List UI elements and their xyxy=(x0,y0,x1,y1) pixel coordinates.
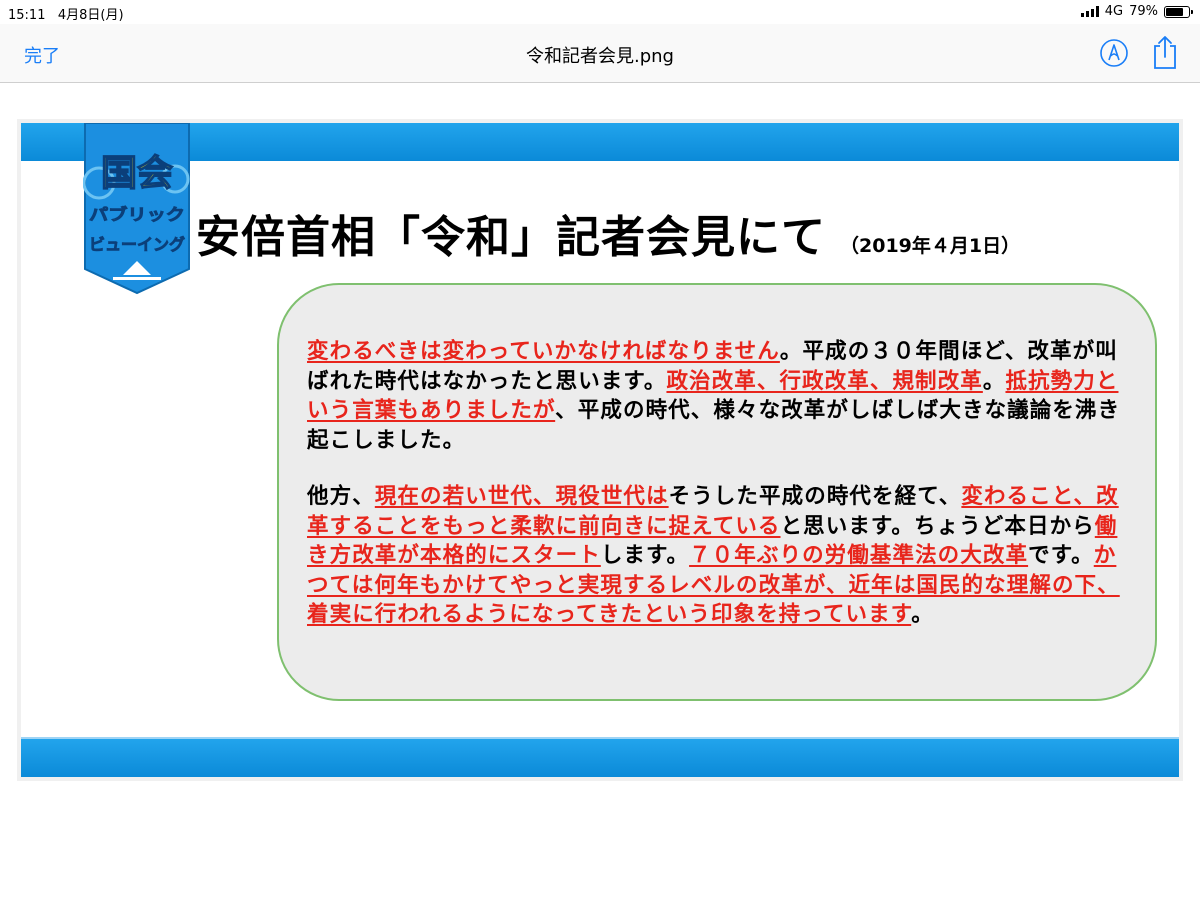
image-viewer[interactable]: 国会 パブリック ビューイング 安倍首相「令和」記者会見にて （2019年４月1日… xyxy=(17,119,1183,781)
status-bar: 15:11 4月8日(月) 4G 79% xyxy=(0,0,1200,24)
highlighted-phrase: ７０年ぶりの労働基準法の大改革 xyxy=(689,543,1029,569)
quote-text: 他方、 xyxy=(307,484,375,509)
quote-text: です。 xyxy=(1028,543,1094,569)
document-title: 令和記者会見.png xyxy=(526,46,674,67)
network-type: 4G xyxy=(1104,4,1124,19)
status-time-date: 15:11 4月8日(月) xyxy=(8,8,124,23)
highlighted-phrase: 現在の若い世代、現役世代は xyxy=(374,484,669,509)
nav-bar: 完了 令和記者会見.png xyxy=(0,24,1200,83)
battery-icon xyxy=(1164,5,1193,18)
slide-bottom-band xyxy=(21,737,1179,777)
slide-date: （2019年４月1日） xyxy=(840,235,1021,257)
quote-paragraph-2: 他方、現在の若い世代、現役世代はそうした平成の時代を経て、変わること、改革するこ… xyxy=(307,482,1137,630)
highlighted-phrase: 政治改革、行政改革、規制改革 xyxy=(666,368,983,394)
quote-text: と思います。ちょうど本日から xyxy=(780,513,1095,539)
slide-top-band xyxy=(21,123,1179,161)
battery-percent: 79% xyxy=(1129,4,1158,19)
status-right: 4G 79% xyxy=(1080,4,1193,19)
slide: 国会 パブリック ビューイング 安倍首相「令和」記者会見にて （2019年４月1日… xyxy=(21,123,1179,777)
quote-box: 変わるべきは変わっていかなければなりません。平成の３０年間ほど、改革が叫ばれた時… xyxy=(277,283,1157,701)
logo-line-2: パブリック xyxy=(89,205,185,224)
highlighted-phrase: 変わるべきは変わっていかなければなりません xyxy=(307,339,780,364)
quote-text: します。 xyxy=(600,543,690,569)
quote-text: 。 xyxy=(982,368,1006,394)
slide-title: 安倍首相「令和」記者会見にて （2019年４月1日） xyxy=(196,212,1021,263)
kokkai-public-viewing-logo: 国会 パブリック ビューイング xyxy=(83,123,190,295)
share-icon[interactable] xyxy=(1152,34,1178,70)
markup-pen-icon[interactable] xyxy=(1099,38,1129,68)
quote-text: 。 xyxy=(911,602,934,628)
quote-paragraph-1: 変わるべきは変わっていかなければなりません。平成の３０年間ほど、改革が叫ばれた時… xyxy=(307,337,1137,455)
logo-line-1: 国会 xyxy=(101,153,173,194)
signal-bars-icon xyxy=(1080,6,1099,17)
logo-line-3: ビューイング xyxy=(89,235,185,254)
quote-text: そうした平成の時代を経て、 xyxy=(668,484,962,509)
